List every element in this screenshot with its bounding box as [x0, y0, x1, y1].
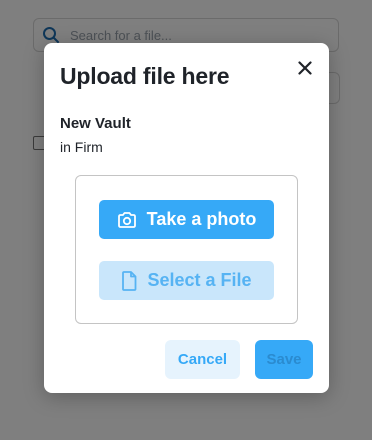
- save-button[interactable]: Save: [255, 340, 313, 379]
- file-icon: [121, 270, 137, 291]
- select-file-button[interactable]: Select a File: [99, 261, 274, 300]
- modal-title: Upload file here: [60, 63, 230, 89]
- cancel-button[interactable]: Cancel: [165, 340, 240, 379]
- vault-name: New Vault: [60, 115, 131, 132]
- close-button[interactable]: [294, 57, 316, 79]
- upload-options-box: Take a photo Select a File: [75, 175, 298, 324]
- select-file-label: Select a File: [147, 270, 252, 290]
- take-photo-button[interactable]: Take a photo: [99, 200, 274, 239]
- upload-modal: Upload file here New Vault in Firm Take …: [44, 43, 329, 393]
- camera-icon: [117, 211, 137, 229]
- close-icon: [298, 61, 312, 75]
- vault-location: in Firm: [60, 139, 103, 155]
- take-photo-label: Take a photo: [146, 209, 257, 229]
